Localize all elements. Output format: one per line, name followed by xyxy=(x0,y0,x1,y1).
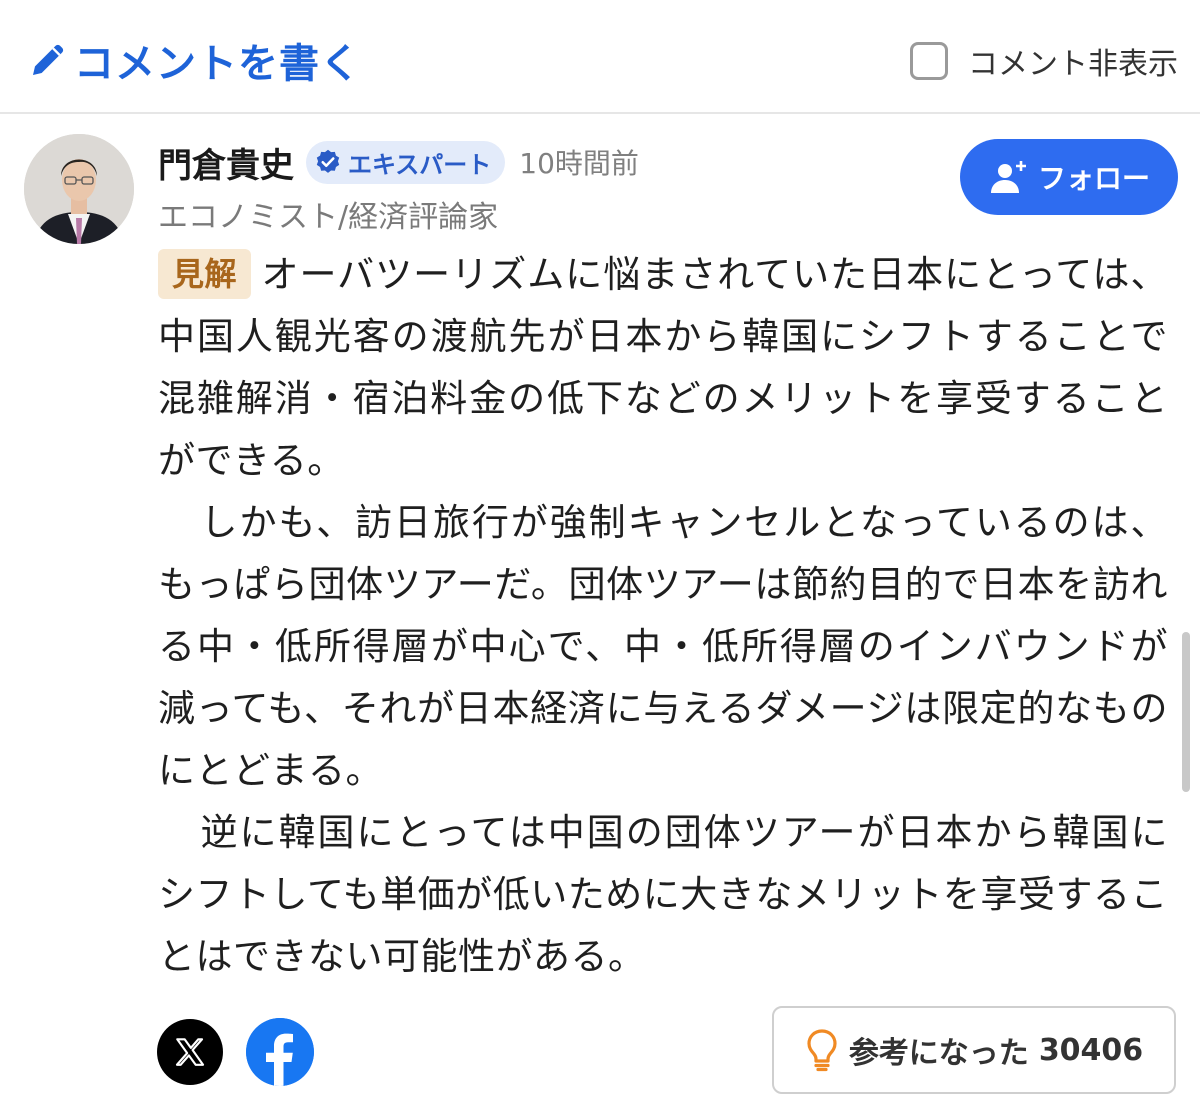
pencil-icon xyxy=(33,44,64,75)
expert-badge: エキスパート xyxy=(306,140,506,184)
helpful-label: 参考になった xyxy=(848,1036,1029,1071)
author-title: エコノミスト/経済評論家 xyxy=(158,200,499,235)
comment-toolbar: コメントを書く コメント非表示 xyxy=(0,0,1200,114)
hide-comments-label: コメント非表示 xyxy=(968,47,1178,82)
hide-comments-toggle[interactable]: コメント非表示 xyxy=(910,36,1178,86)
hide-comments-checkbox[interactable] xyxy=(910,42,948,80)
write-comment-link[interactable]: コメントを書く xyxy=(28,33,361,87)
author-avatar[interactable] xyxy=(24,134,134,244)
helpful-count: 30406 xyxy=(1038,1032,1144,1068)
expert-badge-label: エキスパート xyxy=(348,150,492,179)
follow-button[interactable]: フォロー xyxy=(960,139,1178,215)
comment-paragraph: 見解 オーバツーリズムに悩まされていた日本にとっては、中国人観光客の渡航先が日本か… xyxy=(158,244,1168,492)
comment-body: 見解 オーバツーリズムに悩まされていた日本にとっては、中国人観光客の渡航先が日本か… xyxy=(158,244,1168,988)
facebook-logo-icon xyxy=(246,1018,314,1086)
write-comment-label: コメントを書く xyxy=(74,41,361,87)
verified-icon xyxy=(316,149,340,173)
x-logo-icon xyxy=(175,1038,205,1066)
helpful-button[interactable]: 参考になった 30406 xyxy=(772,1006,1176,1094)
comment-paragraph: 逆に韓国にとっては中国の団体ツアーが日本から韓国にシフトしても単価が低いために大… xyxy=(158,811,1168,978)
view-tag: 見解 xyxy=(158,249,252,299)
share-x-button[interactable] xyxy=(157,1019,223,1085)
comment-paragraph: しかも、訪日旅行が強制キャンセルとなっているのは、もっぱら団体ツアーだ。団体ツア… xyxy=(158,501,1168,792)
add-user-icon xyxy=(990,161,1026,193)
scrollbar-thumb[interactable] xyxy=(1182,632,1190,792)
comment-paragraph-text: オーバツーリズムに悩まされていた日本にとっては、中国人観光客の渡航先が日本から韓… xyxy=(158,253,1168,482)
author-info-row: 門倉貴史 エキスパート 10時間前 xyxy=(158,138,639,186)
author-name[interactable]: 門倉貴史 xyxy=(158,138,294,187)
share-facebook-button[interactable] xyxy=(246,1018,314,1086)
comment-timestamp: 10時間前 xyxy=(519,147,639,180)
lightbulb-icon xyxy=(807,1029,837,1072)
follow-button-label: フォロー xyxy=(1037,162,1150,195)
